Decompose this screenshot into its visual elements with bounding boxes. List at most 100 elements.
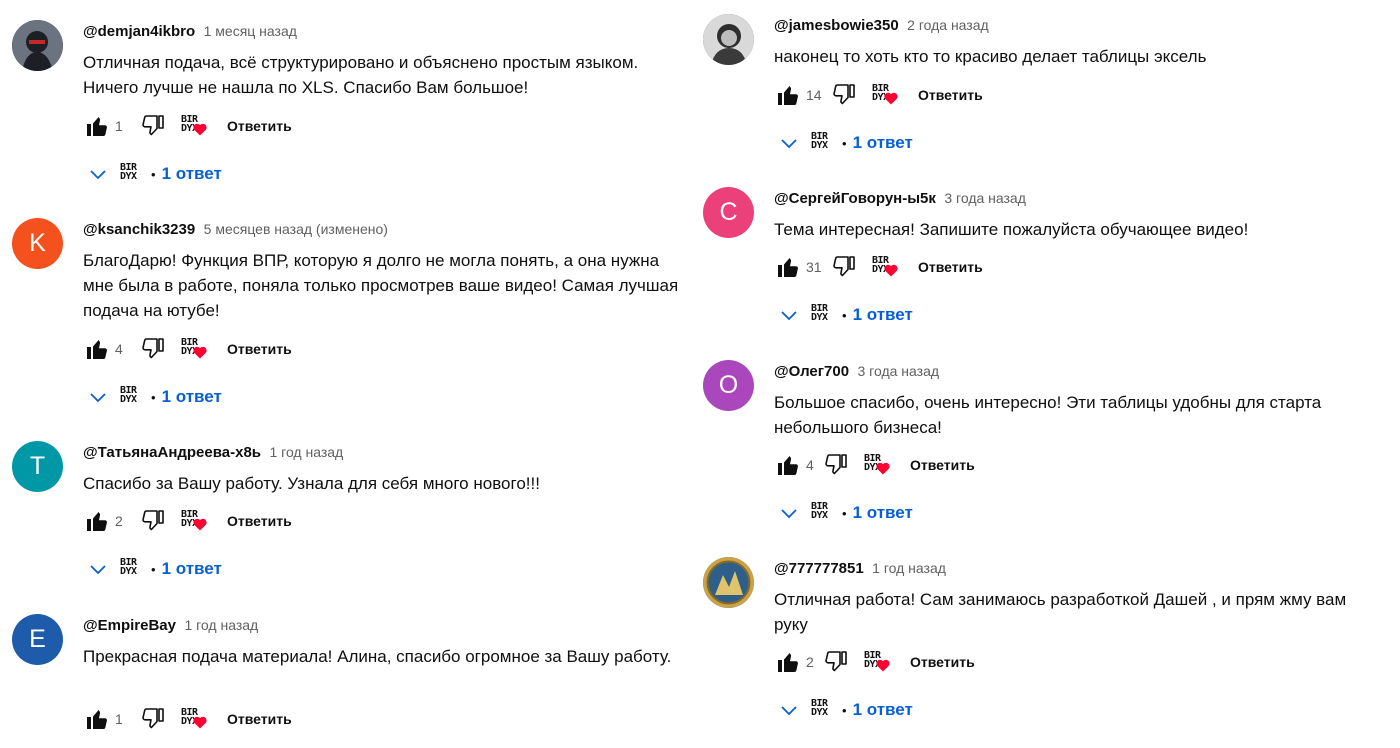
creator-avatar-small: BIR DYX	[120, 162, 144, 186]
replies-count[interactable]: 1 ответ	[853, 503, 913, 523]
like-count: 31	[806, 259, 822, 275]
creator-avatar-small: BIR DYX	[120, 557, 144, 581]
dislike-button[interactable]	[139, 112, 167, 140]
view-replies-button[interactable]: BIR DYX • 1 ответ	[779, 300, 913, 330]
thumbs-up-icon	[87, 512, 107, 531]
chevron-down-icon	[90, 170, 106, 180]
author-name[interactable]: @777777851	[774, 560, 864, 577]
like-button[interactable]	[774, 648, 802, 676]
comment-body: @demjan4ikbro 1 месяц назад Отличная под…	[83, 20, 683, 100]
comment-time[interactable]: 3 года назад	[944, 190, 1026, 206]
like-button[interactable]	[83, 335, 111, 363]
heart-icon	[193, 123, 207, 136]
reply-button[interactable]: Ответить	[227, 711, 292, 727]
view-replies-button[interactable]: BIR DYX • 1 ответ	[88, 382, 222, 412]
separator-dot: •	[842, 135, 847, 151]
replies-count[interactable]: 1 ответ	[853, 305, 913, 325]
heart-icon	[876, 462, 890, 475]
replies-count[interactable]: 1 ответ	[162, 387, 222, 407]
creator-avatar-text: BIR DYX	[811, 131, 828, 151]
comment-time[interactable]: 1 год назад	[269, 444, 343, 460]
view-replies-button[interactable]: BIR DYX • 1 ответ	[88, 554, 222, 584]
comment-actions: 14 BIR DYX Ответить	[774, 81, 983, 109]
avatar[interactable]: C	[703, 187, 754, 238]
like-button[interactable]	[774, 81, 802, 109]
chevron-down-icon	[781, 139, 797, 149]
author-name[interactable]: @ksanchik3239	[83, 221, 195, 238]
replies-count[interactable]: 1 ответ	[162, 559, 222, 579]
avatar[interactable]: K	[12, 218, 63, 269]
comment-time[interactable]: 2 года назад	[907, 17, 989, 33]
creator-avatar-small: BIR DYX	[811, 131, 835, 155]
reply-button[interactable]: Ответить	[910, 654, 975, 670]
comment-text: Тема интересная! Запишите пожалуйста обу…	[774, 220, 1249, 239]
comment-body: @ksanchik3239 5 месяцев назад (изменено)…	[83, 218, 683, 323]
reply-button[interactable]: Ответить	[227, 341, 292, 357]
comment-time[interactable]: 1 год назад	[184, 617, 258, 633]
reply-button[interactable]: Ответить	[227, 118, 292, 134]
comment-time[interactable]: 1 год назад	[872, 560, 946, 576]
dislike-button[interactable]	[139, 507, 167, 535]
like-button[interactable]	[83, 507, 111, 535]
avatar[interactable]: E	[12, 614, 63, 665]
thumbs-up-icon	[87, 340, 107, 359]
view-replies-button[interactable]: BIR DYX • 1 ответ	[88, 159, 222, 189]
dislike-button[interactable]	[139, 705, 167, 733]
comment-header: @EmpireBay 1 год назад	[83, 614, 683, 636]
like-button[interactable]	[774, 253, 802, 281]
avatar-letter: C	[719, 198, 738, 226]
like-button[interactable]	[774, 451, 802, 479]
like-button[interactable]	[83, 705, 111, 733]
dislike-button[interactable]	[139, 335, 167, 363]
avatar[interactable]	[703, 557, 754, 608]
view-replies-button[interactable]: BIR DYX • 1 ответ	[779, 128, 913, 158]
dislike-button[interactable]	[830, 253, 858, 281]
author-name[interactable]: @СергейГоворун-ы5к	[774, 190, 936, 207]
view-replies-button[interactable]: BIR DYX • 1 ответ	[779, 695, 913, 725]
creator-heart-badge: BIR DYX	[181, 114, 207, 138]
thumbs-down-icon	[825, 651, 847, 672]
comment-text: наконец то хоть кто то красиво делает та…	[774, 47, 1207, 66]
thumbs-up-icon	[778, 653, 798, 672]
comment-actions: 4 BIR DYX Ответить	[774, 451, 975, 479]
view-replies-button[interactable]: BIR DYX • 1 ответ	[779, 498, 913, 528]
comment-time[interactable]: 1 месяц назад	[204, 23, 297, 39]
dislike-button[interactable]	[822, 451, 850, 479]
avatar[interactable]	[12, 20, 63, 71]
author-name[interactable]: @Олег700	[774, 363, 849, 380]
replies-count[interactable]: 1 ответ	[853, 133, 913, 153]
avatar[interactable]: О	[703, 360, 754, 411]
avatar[interactable]: Т	[12, 441, 63, 492]
comment-text: Прекрасная подача материала! Алина, спас…	[83, 647, 672, 666]
like-count: 2	[806, 654, 814, 670]
separator-dot: •	[151, 389, 156, 405]
author-name[interactable]: @EmpireBay	[83, 617, 176, 634]
like-button[interactable]	[83, 112, 111, 140]
comment-time[interactable]: 3 года назад	[858, 363, 940, 379]
comment-text: Отличная работа! Сам занимаюсь разработк…	[774, 590, 1347, 634]
replies-count[interactable]: 1 ответ	[853, 700, 913, 720]
creator-heart-badge: BIR DYX	[181, 337, 207, 361]
reply-button[interactable]: Ответить	[918, 87, 983, 103]
replies-count[interactable]: 1 ответ	[162, 164, 222, 184]
avatar[interactable]	[703, 14, 754, 65]
reply-button[interactable]: Ответить	[227, 513, 292, 529]
chevron-down-icon	[90, 565, 106, 575]
author-name[interactable]: @ТатьянаАндреева-х8ь	[83, 444, 261, 461]
chevron-down-icon	[90, 393, 106, 403]
dislike-button[interactable]	[830, 81, 858, 109]
thumbs-up-icon	[778, 456, 798, 475]
thumbs-down-icon	[825, 454, 847, 475]
reply-button[interactable]: Ответить	[910, 457, 975, 473]
thumbs-down-icon	[142, 338, 164, 359]
comment-header: @ТатьянаАндреева-х8ь 1 год назад	[83, 441, 683, 463]
author-name[interactable]: @demjan4ikbro	[83, 23, 195, 40]
comment-time[interactable]: 5 месяцев назад (изменено)	[204, 221, 388, 237]
reply-button[interactable]: Ответить	[918, 259, 983, 275]
thumbs-down-icon	[833, 256, 855, 277]
comment-body: @Олег700 3 года назад Большое спасибо, о…	[774, 360, 1374, 440]
creator-avatar-text: BIR DYX	[120, 162, 137, 182]
author-name[interactable]: @jamesbowie350	[774, 17, 899, 34]
comment-actions: 2 BIR DYX Ответить	[774, 648, 975, 676]
dislike-button[interactable]	[822, 648, 850, 676]
